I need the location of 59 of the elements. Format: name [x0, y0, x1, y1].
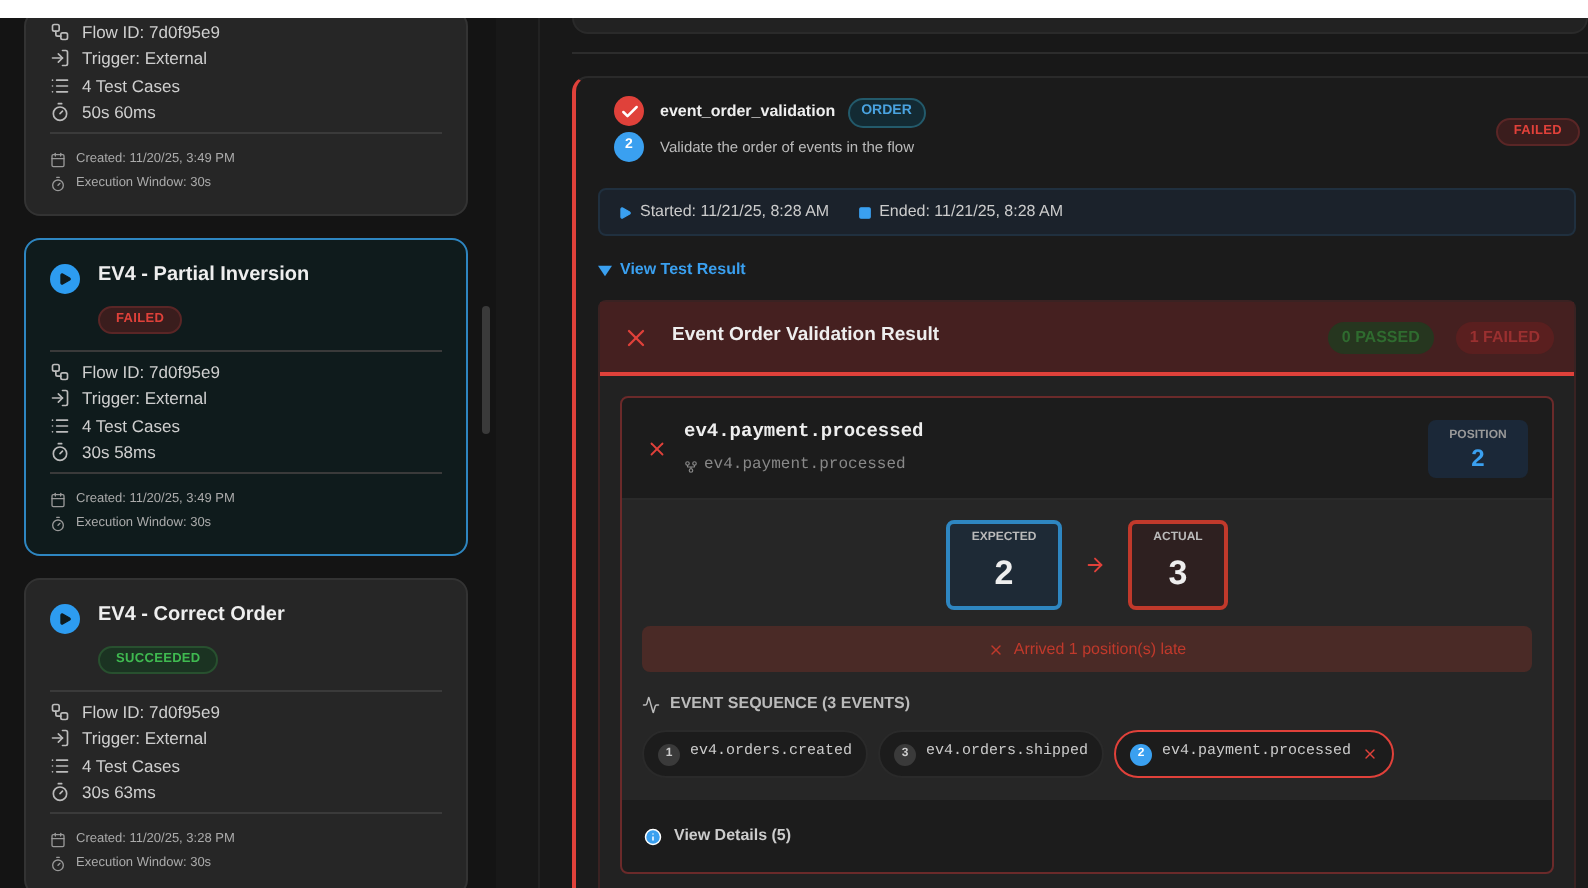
- stopwatch-icon: [50, 442, 70, 463]
- card-detail: Trigger: External: [82, 50, 208, 67]
- caret-icon: [598, 263, 612, 277]
- view-details-link[interactable]: View Details (5): [674, 824, 792, 848]
- stopwatch-icon: [50, 176, 66, 192]
- card-detail: Trigger: External: [82, 390, 208, 407]
- flow-icon: [50, 361, 70, 382]
- calendar-icon: [50, 152, 66, 168]
- position-value: 2: [1471, 445, 1485, 469]
- list-icon: [50, 415, 70, 436]
- ended-time: Ended: 11/21/25, 8:28 AM: [879, 200, 1064, 224]
- play-icon[interactable]: [50, 604, 80, 634]
- calendar-icon: [50, 492, 66, 508]
- sequence-title: EVENT SEQUENCE (3 EVENTS): [670, 692, 911, 716]
- card-detail: 30s 58ms: [82, 444, 156, 461]
- card-detail: 30s 63ms: [82, 784, 156, 801]
- started-time: Started: 11/21/25, 8:28 AM: [640, 200, 830, 224]
- login-icon: [50, 388, 70, 409]
- fork-icon: [684, 459, 698, 474]
- result-title: Event Order Validation Result: [672, 322, 942, 351]
- stopwatch-icon: [50, 782, 70, 803]
- failed-badge: 1 FAILED: [1455, 321, 1554, 353]
- list-icon: [50, 755, 70, 776]
- expected-value: 2: [994, 552, 1014, 597]
- flow-icon: [50, 701, 70, 722]
- actual-value: 3: [1168, 552, 1188, 597]
- close-icon: [987, 641, 1004, 657]
- scrollbar[interactable]: [482, 306, 490, 434]
- flow-title: EV4 - Correct Order: [98, 602, 285, 630]
- stopwatch-icon: [50, 102, 70, 123]
- card-detail: Trigger: External: [82, 730, 208, 747]
- stopwatch-icon: [50, 516, 66, 532]
- flow-icon: [50, 21, 70, 42]
- list-icon: [50, 75, 70, 96]
- event-name: ev4.payment.processed: [684, 417, 926, 446]
- activity-icon: [642, 695, 660, 713]
- event-subtitle: ev4.payment.processed: [704, 454, 906, 479]
- card-detail: 50s 60ms: [82, 104, 156, 121]
- close-icon: [646, 437, 668, 459]
- card-detail: Flow ID: 7d0f95e9: [82, 363, 220, 380]
- card-detail: 4 Test Cases: [82, 417, 180, 434]
- card-detail: 4 Test Cases: [82, 77, 180, 94]
- close-icon: [1361, 746, 1378, 762]
- calendar-icon: [50, 832, 66, 848]
- card-detail: Flow ID: 7d0f95e9: [82, 23, 220, 40]
- login-icon: [50, 48, 70, 69]
- stop-icon: [857, 205, 872, 219]
- info-icon: [644, 827, 662, 845]
- card-detail: 4 Test Cases: [82, 757, 180, 774]
- view-test-result-toggle[interactable]: View Test Result: [598, 258, 746, 282]
- login-icon: [50, 728, 70, 749]
- stopwatch-icon: [50, 856, 66, 872]
- error-message: Arrived 1 position(s) late: [1013, 637, 1187, 661]
- arrow-icon: [1084, 554, 1106, 576]
- flow-title: EV4 - Partial Inversion: [98, 262, 310, 290]
- card-detail: Flow ID: 7d0f95e9: [82, 703, 220, 720]
- play-icon[interactable]: [50, 264, 80, 294]
- play-icon: [618, 205, 632, 219]
- test-name: event_order_validation: [660, 100, 836, 125]
